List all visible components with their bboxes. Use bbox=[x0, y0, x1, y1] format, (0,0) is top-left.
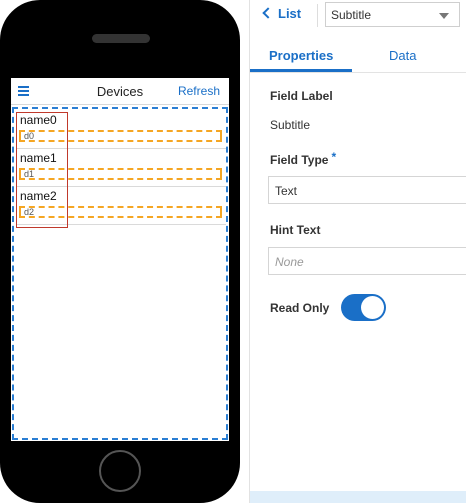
hint-text-input[interactable]: None bbox=[268, 247, 466, 275]
field-type-heading-text: Field Type bbox=[270, 153, 329, 167]
hint-text-heading: Hint Text bbox=[270, 223, 321, 237]
selected-field-outline bbox=[16, 112, 68, 228]
panel-tabs: Properties Data bbox=[250, 40, 466, 73]
field-type-input[interactable]: Text bbox=[268, 176, 466, 204]
app-header: Devices Refresh bbox=[11, 78, 229, 105]
back-label: List bbox=[278, 6, 302, 21]
panel-divider bbox=[249, 0, 250, 503]
designer-root: Devices Refresh name0 d0 name1 d1 name2 … bbox=[0, 0, 466, 503]
tab-data[interactable]: Data bbox=[389, 48, 416, 63]
refresh-button[interactable]: Refresh bbox=[178, 84, 220, 98]
chevron-left-icon bbox=[262, 7, 274, 19]
component-select-value: Subtitle bbox=[331, 8, 372, 22]
field-label-heading: Field Label bbox=[270, 89, 333, 103]
tab-properties[interactable]: Properties bbox=[269, 48, 333, 63]
topbar-divider bbox=[317, 4, 318, 27]
read-only-toggle[interactable] bbox=[341, 294, 386, 321]
field-type-value: Text bbox=[275, 184, 298, 198]
required-marker: * bbox=[331, 150, 337, 164]
field-type-heading: Field Type * bbox=[270, 150, 337, 167]
component-select[interactable]: Subtitle bbox=[325, 2, 460, 27]
phone-home-button bbox=[99, 450, 141, 492]
field-label-value: Subtitle bbox=[270, 118, 311, 132]
read-only-heading: Read Only bbox=[270, 301, 330, 315]
phone-frame: Devices Refresh name0 d0 name1 d1 name2 … bbox=[0, 0, 240, 503]
active-tab-indicator bbox=[250, 69, 352, 72]
phone-speaker bbox=[92, 34, 150, 43]
device-list[interactable]: name0 d0 name1 d1 name2 d2 bbox=[12, 107, 228, 440]
chevron-down-icon bbox=[439, 13, 449, 19]
panel-topbar: List Subtitle bbox=[250, 0, 466, 31]
hint-text-placeholder: None bbox=[275, 255, 304, 269]
bottom-strip bbox=[250, 491, 466, 503]
toggle-knob bbox=[361, 296, 384, 319]
back-to-list-button[interactable]: List bbox=[262, 6, 302, 21]
phone-screen: Devices Refresh name0 d0 name1 d1 name2 … bbox=[11, 78, 229, 441]
